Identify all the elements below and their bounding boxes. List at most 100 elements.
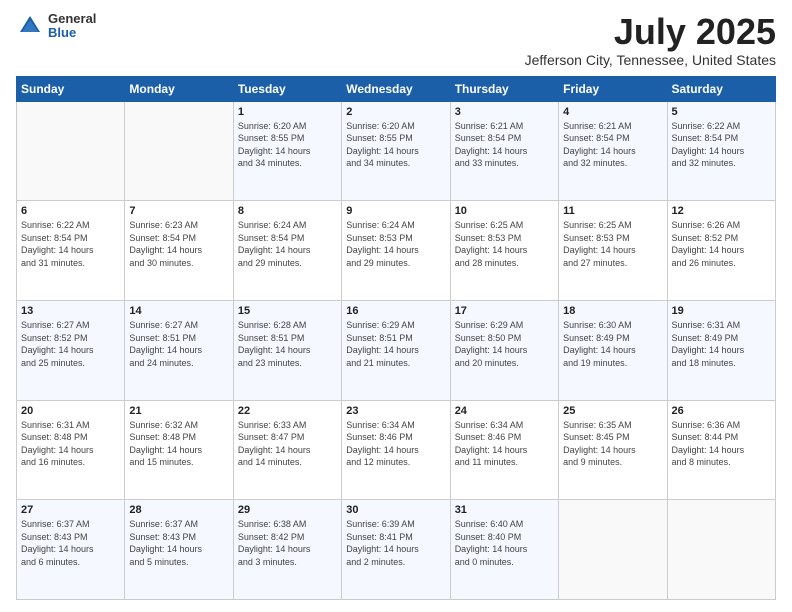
calendar-cell: 27 Sunrise: 6:37 AM Sunset: 8:43 PM Dayli… bbox=[17, 500, 125, 600]
calendar-cell: 14Sunrise: 6:27 AM Sunset: 8:51 PM Dayli… bbox=[125, 300, 233, 400]
calendar-week-4: 20 Sunrise: 6:31 AM Sunset: 8:48 PM Dayli… bbox=[17, 400, 776, 500]
day-info: Sunrise: 6:40 AM Sunset: 8:40 PM Dayligh… bbox=[455, 518, 554, 568]
calendar-cell: 16 Sunrise: 6:29 AM Sunset: 8:51 PM Dayli… bbox=[342, 300, 450, 400]
day-number: 24 bbox=[455, 405, 554, 417]
day-info: Sunrise: 6:22 AM Sunset: 8:54 PM Dayligh… bbox=[672, 120, 771, 170]
calendar-cell: 24Sunrise: 6:34 AM Sunset: 8:46 PM Dayli… bbox=[450, 400, 558, 500]
day-info: Sunrise: 6:20 AM Sunset: 8:55 PM Dayligh… bbox=[346, 120, 445, 170]
day-info: Sunrise: 6:36 AM Sunset: 8:44 PM Dayligh… bbox=[672, 419, 771, 469]
subtitle: Jefferson City, Tennessee, United States bbox=[525, 52, 776, 68]
weekday-header-tuesday: Tuesday bbox=[233, 76, 341, 101]
calendar-cell: 19 Sunrise: 6:31 AM Sunset: 8:49 PM Dayli… bbox=[667, 300, 775, 400]
day-number: 3 bbox=[455, 106, 554, 118]
day-info: Sunrise: 6:37 AM Sunset: 8:43 PM Dayligh… bbox=[21, 518, 120, 568]
day-number: 31 bbox=[455, 504, 554, 516]
day-number: 27 bbox=[21, 504, 120, 516]
day-number: 8 bbox=[238, 205, 337, 217]
day-number: 12 bbox=[672, 205, 771, 217]
day-info: Sunrise: 6:29 AM Sunset: 8:51 PM Dayligh… bbox=[346, 319, 445, 369]
day-number: 10 bbox=[455, 205, 554, 217]
calendar-cell bbox=[667, 500, 775, 600]
calendar-cell: 15Sunrise: 6:28 AM Sunset: 8:51 PM Dayli… bbox=[233, 300, 341, 400]
day-info: Sunrise: 6:24 AM Sunset: 8:54 PM Dayligh… bbox=[238, 219, 337, 269]
calendar-cell: 2 Sunrise: 6:20 AM Sunset: 8:55 PM Daylig… bbox=[342, 101, 450, 201]
calendar-cell: 13 Sunrise: 6:27 AM Sunset: 8:52 PM Dayli… bbox=[17, 300, 125, 400]
calendar-cell: 30Sunrise: 6:39 AM Sunset: 8:41 PM Dayli… bbox=[342, 500, 450, 600]
day-info: Sunrise: 6:28 AM Sunset: 8:51 PM Dayligh… bbox=[238, 319, 337, 369]
logo: General Blue bbox=[16, 12, 96, 41]
day-info: Sunrise: 6:38 AM Sunset: 8:42 PM Dayligh… bbox=[238, 518, 337, 568]
calendar-week-2: 6 Sunrise: 6:22 AM Sunset: 8:54 PM Daylig… bbox=[17, 201, 776, 301]
calendar-cell: 28 Sunrise: 6:37 AM Sunset: 8:43 PM Dayli… bbox=[125, 500, 233, 600]
calendar-cell: 29 Sunrise: 6:38 AM Sunset: 8:42 PM Dayli… bbox=[233, 500, 341, 600]
weekday-header-monday: Monday bbox=[125, 76, 233, 101]
calendar-cell: 6 Sunrise: 6:22 AM Sunset: 8:54 PM Daylig… bbox=[17, 201, 125, 301]
weekday-header-sunday: Sunday bbox=[17, 76, 125, 101]
day-number: 19 bbox=[672, 305, 771, 317]
day-info: Sunrise: 6:20 AM Sunset: 8:55 PM Dayligh… bbox=[238, 120, 337, 170]
day-info: Sunrise: 6:29 AM Sunset: 8:50 PM Dayligh… bbox=[455, 319, 554, 369]
day-number: 28 bbox=[129, 504, 228, 516]
calendar-cell: 26 Sunrise: 6:36 AM Sunset: 8:44 PM Dayli… bbox=[667, 400, 775, 500]
day-info: Sunrise: 6:31 AM Sunset: 8:49 PM Dayligh… bbox=[672, 319, 771, 369]
day-number: 4 bbox=[563, 106, 662, 118]
day-info: Sunrise: 6:21 AM Sunset: 8:54 PM Dayligh… bbox=[455, 120, 554, 170]
day-number: 16 bbox=[346, 305, 445, 317]
logo-blue-label: Blue bbox=[48, 26, 96, 40]
day-number: 5 bbox=[672, 106, 771, 118]
day-number: 29 bbox=[238, 504, 337, 516]
calendar-cell: 5 Sunrise: 6:22 AM Sunset: 8:54 PM Daylig… bbox=[667, 101, 775, 201]
day-info: Sunrise: 6:33 AM Sunset: 8:47 PM Dayligh… bbox=[238, 419, 337, 469]
calendar-cell: 7 Sunrise: 6:23 AM Sunset: 8:54 PM Daylig… bbox=[125, 201, 233, 301]
logo-icon bbox=[16, 12, 44, 40]
header: General Blue July 2025 Jefferson City, T… bbox=[16, 12, 776, 68]
day-info: Sunrise: 6:24 AM Sunset: 8:53 PM Dayligh… bbox=[346, 219, 445, 269]
day-number: 11 bbox=[563, 205, 662, 217]
day-number: 1 bbox=[238, 106, 337, 118]
calendar-cell: 12 Sunrise: 6:26 AM Sunset: 8:52 PM Dayli… bbox=[667, 201, 775, 301]
day-number: 23 bbox=[346, 405, 445, 417]
day-info: Sunrise: 6:32 AM Sunset: 8:48 PM Dayligh… bbox=[129, 419, 228, 469]
weekday-header-friday: Friday bbox=[559, 76, 667, 101]
day-number: 26 bbox=[672, 405, 771, 417]
logo-general-label: General bbox=[48, 12, 96, 26]
calendar-cell: 1 Sunrise: 6:20 AM Sunset: 8:55 PM Daylig… bbox=[233, 101, 341, 201]
day-number: 25 bbox=[563, 405, 662, 417]
calendar-cell: 20 Sunrise: 6:31 AM Sunset: 8:48 PM Dayli… bbox=[17, 400, 125, 500]
day-number: 21 bbox=[129, 405, 228, 417]
logo-text: General Blue bbox=[48, 12, 96, 41]
title-block: July 2025 Jefferson City, Tennessee, Uni… bbox=[525, 12, 776, 68]
day-info: Sunrise: 6:23 AM Sunset: 8:54 PM Dayligh… bbox=[129, 219, 228, 269]
day-info: Sunrise: 6:26 AM Sunset: 8:52 PM Dayligh… bbox=[672, 219, 771, 269]
day-number: 13 bbox=[21, 305, 120, 317]
calendar-table: SundayMondayTuesdayWednesdayThursdayFrid… bbox=[16, 76, 776, 600]
calendar-cell: 3 Sunrise: 6:21 AM Sunset: 8:54 PM Daylig… bbox=[450, 101, 558, 201]
day-info: Sunrise: 6:27 AM Sunset: 8:51 PM Dayligh… bbox=[129, 319, 228, 369]
day-number: 7 bbox=[129, 205, 228, 217]
day-info: Sunrise: 6:21 AM Sunset: 8:54 PM Dayligh… bbox=[563, 120, 662, 170]
calendar-week-5: 27 Sunrise: 6:37 AM Sunset: 8:43 PM Dayli… bbox=[17, 500, 776, 600]
day-info: Sunrise: 6:39 AM Sunset: 8:41 PM Dayligh… bbox=[346, 518, 445, 568]
calendar-cell: 21 Sunrise: 6:32 AM Sunset: 8:48 PM Dayli… bbox=[125, 400, 233, 500]
day-info: Sunrise: 6:22 AM Sunset: 8:54 PM Dayligh… bbox=[21, 219, 120, 269]
day-number: 18 bbox=[563, 305, 662, 317]
day-number: 6 bbox=[21, 205, 120, 217]
day-number: 20 bbox=[21, 405, 120, 417]
calendar-week-3: 13 Sunrise: 6:27 AM Sunset: 8:52 PM Dayli… bbox=[17, 300, 776, 400]
calendar-cell: 23Sunrise: 6:34 AM Sunset: 8:46 PM Dayli… bbox=[342, 400, 450, 500]
day-number: 2 bbox=[346, 106, 445, 118]
main-title: July 2025 bbox=[525, 12, 776, 52]
calendar-cell: 31 Sunrise: 6:40 AM Sunset: 8:40 PM Dayli… bbox=[450, 500, 558, 600]
day-info: Sunrise: 6:27 AM Sunset: 8:52 PM Dayligh… bbox=[21, 319, 120, 369]
calendar-cell: 22Sunrise: 6:33 AM Sunset: 8:47 PM Dayli… bbox=[233, 400, 341, 500]
calendar-cell: 9Sunrise: 6:24 AM Sunset: 8:53 PM Daylig… bbox=[342, 201, 450, 301]
day-info: Sunrise: 6:25 AM Sunset: 8:53 PM Dayligh… bbox=[563, 219, 662, 269]
calendar-cell bbox=[17, 101, 125, 201]
day-info: Sunrise: 6:37 AM Sunset: 8:43 PM Dayligh… bbox=[129, 518, 228, 568]
calendar-cell: 18Sunrise: 6:30 AM Sunset: 8:49 PM Dayli… bbox=[559, 300, 667, 400]
calendar-cell: 10Sunrise: 6:25 AM Sunset: 8:53 PM Dayli… bbox=[450, 201, 558, 301]
calendar-week-1: 1 Sunrise: 6:20 AM Sunset: 8:55 PM Daylig… bbox=[17, 101, 776, 201]
calendar-cell: 11 Sunrise: 6:25 AM Sunset: 8:53 PM Dayli… bbox=[559, 201, 667, 301]
calendar-cell: 25Sunrise: 6:35 AM Sunset: 8:45 PM Dayli… bbox=[559, 400, 667, 500]
day-info: Sunrise: 6:31 AM Sunset: 8:48 PM Dayligh… bbox=[21, 419, 120, 469]
